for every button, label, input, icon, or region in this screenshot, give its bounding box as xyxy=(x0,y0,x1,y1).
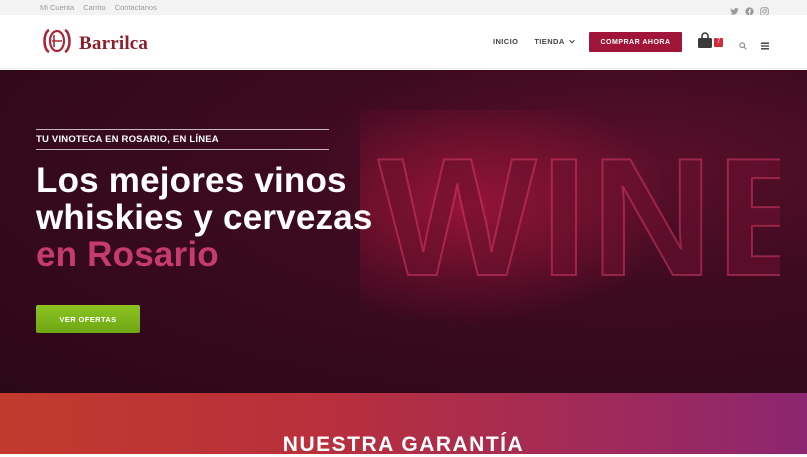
garantia-section: NUESTRA GARANTÍA xyxy=(0,393,807,456)
nav-tienda[interactable]: TIENDA xyxy=(534,37,575,46)
contactanos-link[interactable]: Contactanos xyxy=(115,3,157,12)
nav-tienda-label: TIENDA xyxy=(534,37,565,46)
social-links xyxy=(730,3,769,16)
top-links: Mi Cuenta Carrito Contactanos xyxy=(40,3,157,12)
hero-title-line3: en Rosario xyxy=(36,235,219,274)
comprar-ahora-button[interactable]: COMPRAR AHORA xyxy=(589,32,682,52)
ver-ofertas-button[interactable]: VER OFERTAS xyxy=(36,305,140,333)
twitter-icon[interactable] xyxy=(730,3,739,15)
hero-title-line1: Los mejores vinos xyxy=(36,161,347,200)
site-header: Barrilca INICIO TIENDA COMPRAR AHORA 7 xyxy=(0,15,807,69)
wine-sign-text: WINE xyxy=(378,123,780,311)
nav-inicio[interactable]: INICIO xyxy=(493,37,518,46)
hero-title: Los mejores vinos whiskies y cervezas en… xyxy=(36,162,373,273)
mi-cuenta-link[interactable]: Mi Cuenta xyxy=(40,3,74,12)
hamburger-menu-icon[interactable] xyxy=(761,37,769,55)
hero-title-line2: whiskies y cervezas xyxy=(36,198,373,237)
carrito-link[interactable]: Carrito xyxy=(83,3,106,12)
neon-wine-sign: WINE xyxy=(360,110,780,350)
garantia-title: NUESTRA GARANTÍA xyxy=(282,433,525,456)
barrel-logo-icon xyxy=(40,26,74,61)
logo[interactable]: Barrilca xyxy=(40,26,148,61)
cart-button[interactable]: 7 xyxy=(697,32,723,50)
search-icon[interactable] xyxy=(739,37,747,55)
chevron-down-icon xyxy=(568,37,575,46)
logo-text: Barrilca xyxy=(79,32,149,54)
facebook-icon[interactable] xyxy=(745,3,754,16)
main-nav: INICIO TIENDA xyxy=(493,37,575,46)
hero-banner: WINE TU VINOTECA EN ROSARIO, EN LÍNEA Lo… xyxy=(0,70,807,393)
top-bar: Mi Cuenta Carrito Contactanos xyxy=(0,0,807,16)
instagram-icon[interactable] xyxy=(760,3,769,16)
cart-count-badge: 7 xyxy=(714,38,723,47)
hero-kicker: TU VINOTECA EN ROSARIO, EN LÍNEA xyxy=(36,129,329,150)
